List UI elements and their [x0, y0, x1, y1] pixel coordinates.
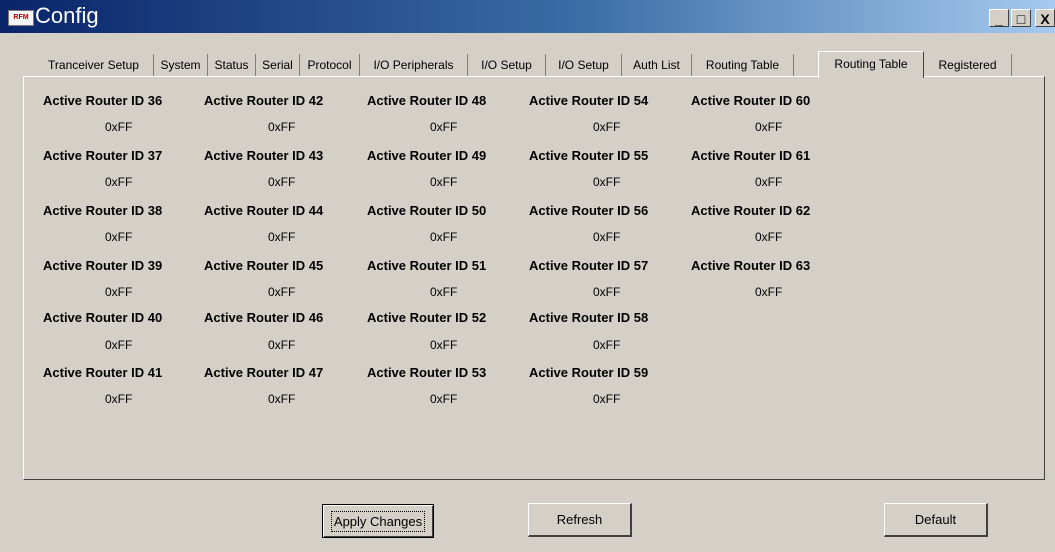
router-label: Active Router ID 59 — [529, 365, 649, 380]
router-label: Active Router ID 57 — [529, 258, 649, 273]
router-label: Active Router ID 63 — [691, 258, 811, 273]
tab-io-peripherals[interactable]: I/O Peripherals — [360, 54, 468, 77]
router-label: Active Router ID 39 — [43, 258, 163, 273]
router-label: Active Router ID 56 — [529, 203, 649, 218]
router-label: Active Router ID 42 — [204, 93, 324, 108]
router-value: 0xFF — [430, 285, 458, 299]
router-value: 0xFF — [430, 392, 458, 406]
title-bar[interactable]: RFM Config _ □ X — [0, 0, 1055, 33]
router-label: Active Router ID 52 — [367, 310, 487, 325]
router-label: Active Router ID 53 — [367, 365, 487, 380]
router-label: Active Router ID 58 — [529, 310, 649, 325]
router-label: Active Router ID 40 — [43, 310, 163, 325]
tab-auth-list[interactable]: Auth List — [622, 54, 692, 77]
router-value: 0xFF — [593, 285, 621, 299]
router-label: Active Router ID 60 — [691, 93, 811, 108]
router-label: Active Router ID 45 — [204, 258, 324, 273]
router-value: 0xFF — [430, 338, 458, 352]
router-label: Active Router ID 55 — [529, 148, 649, 163]
router-value: 0xFF — [593, 230, 621, 244]
router-label: Active Router ID 41 — [43, 365, 163, 380]
window-title: Config — [35, 3, 99, 28]
tab-tranceiver-setup[interactable]: Tranceiver Setup — [34, 54, 154, 77]
tab-serial[interactable]: Serial — [256, 54, 300, 77]
router-value: 0xFF — [105, 175, 133, 189]
router-label: Active Router ID 46 — [204, 310, 324, 325]
routing-table-panel: Active Router ID 36 0xFF Active Router I… — [23, 76, 1045, 480]
refresh-button[interactable]: Refresh — [528, 503, 632, 537]
router-label: Active Router ID 50 — [367, 203, 487, 218]
router-value: 0xFF — [105, 120, 133, 134]
tab-status[interactable]: Status — [208, 54, 256, 77]
router-value: 0xFF — [268, 120, 296, 134]
default-button[interactable]: Default — [884, 503, 988, 537]
router-label: Active Router ID 38 — [43, 203, 163, 218]
tab-routing-table-1[interactable]: Routing Table — [692, 54, 794, 77]
router-value: 0xFF — [268, 338, 296, 352]
router-label: Active Router ID 44 — [204, 203, 324, 218]
router-label: Active Router ID 37 — [43, 148, 163, 163]
router-value: 0xFF — [105, 285, 133, 299]
apply-changes-label: Apply Changes — [330, 510, 426, 532]
router-value: 0xFF — [105, 392, 133, 406]
router-label: Active Router ID 61 — [691, 148, 811, 163]
router-label: Active Router ID 36 — [43, 93, 163, 108]
tab-io-setup-1[interactable]: I/O Setup — [468, 54, 546, 77]
router-value: 0xFF — [755, 175, 783, 189]
router-label: Active Router ID 48 — [367, 93, 487, 108]
router-label: Active Router ID 49 — [367, 148, 487, 163]
close-button[interactable]: X — [1035, 9, 1055, 27]
router-value: 0xFF — [593, 175, 621, 189]
maximize-button[interactable]: □ — [1011, 9, 1031, 27]
tab-registered[interactable]: Registered — [924, 54, 1012, 77]
tab-io-setup-2[interactable]: I/O Setup — [546, 54, 622, 77]
router-label: Active Router ID 54 — [529, 93, 649, 108]
router-value: 0xFF — [755, 285, 783, 299]
router-label: Active Router ID 62 — [691, 203, 811, 218]
router-value: 0xFF — [593, 338, 621, 352]
router-value: 0xFF — [593, 392, 621, 406]
router-value: 0xFF — [268, 285, 296, 299]
router-label: Active Router ID 51 — [367, 258, 487, 273]
router-value: 0xFF — [430, 120, 458, 134]
router-value: 0xFF — [105, 338, 133, 352]
router-value: 0xFF — [105, 230, 133, 244]
minimize-button[interactable]: _ — [989, 9, 1009, 27]
router-label: Active Router ID 43 — [204, 148, 324, 163]
router-value: 0xFF — [593, 120, 621, 134]
router-value: 0xFF — [755, 230, 783, 244]
tab-protocol[interactable]: Protocol — [300, 54, 360, 77]
router-value: 0xFF — [430, 175, 458, 189]
router-value: 0xFF — [268, 230, 296, 244]
router-value: 0xFF — [755, 120, 783, 134]
app-logo-icon: RFM — [8, 10, 34, 26]
router-value: 0xFF — [268, 392, 296, 406]
tab-system[interactable]: System — [154, 54, 208, 77]
apply-changes-button[interactable]: Apply Changes — [322, 504, 434, 538]
tab-routing-table-2[interactable]: Routing Table — [818, 51, 924, 78]
router-value: 0xFF — [430, 230, 458, 244]
router-value: 0xFF — [268, 175, 296, 189]
router-label: Active Router ID 47 — [204, 365, 324, 380]
